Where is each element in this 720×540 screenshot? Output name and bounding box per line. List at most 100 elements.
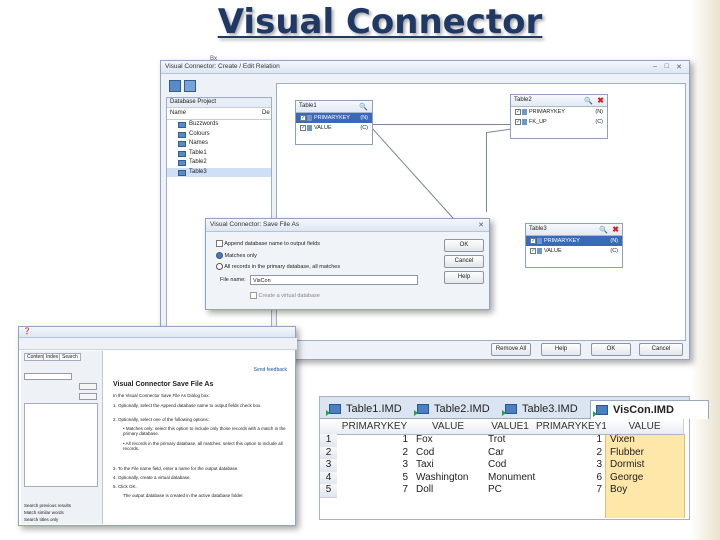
table-search-icon[interactable]: 🔍 bbox=[359, 102, 368, 113]
col-header-primarykey[interactable]: PRIMARYKEY bbox=[337, 419, 413, 435]
col-header-value-viscon[interactable]: VALUE bbox=[606, 419, 684, 435]
checkbox-icon[interactable] bbox=[515, 117, 521, 127]
table1-col-primarykey[interactable]: PRIMARYKEY(N) bbox=[296, 113, 372, 123]
tree-item-names[interactable]: Names bbox=[167, 139, 271, 149]
layout-icon[interactable] bbox=[184, 80, 196, 92]
table3-col-value[interactable]: VALUE(C) bbox=[526, 246, 622, 256]
help-option-2[interactable]: Match similar words bbox=[24, 510, 64, 515]
radio-selected-icon[interactable] bbox=[216, 252, 223, 259]
tab-table3[interactable]: Table3.IMD bbox=[500, 400, 578, 418]
tree-item-buzzwords[interactable]: Buzzwords bbox=[167, 120, 271, 130]
cell-pk[interactable]: 1 bbox=[337, 434, 412, 447]
table1-col-value[interactable]: VALUE(C) bbox=[296, 123, 372, 133]
append-option[interactable]: Append database name to output fields bbox=[216, 240, 320, 247]
row-number[interactable]: 4 bbox=[320, 471, 337, 485]
save-help-button[interactable]: Help bbox=[444, 271, 484, 284]
add-table-icon[interactable] bbox=[169, 80, 181, 92]
checkbox-icon[interactable] bbox=[515, 107, 521, 117]
cell-pk1[interactable]: 6 bbox=[536, 472, 606, 485]
cell-value[interactable]: Fox bbox=[416, 434, 482, 447]
remove-table-icon[interactable]: ✖ bbox=[597, 95, 604, 106]
cell-value1[interactable]: Trot bbox=[488, 434, 536, 447]
help-search-input[interactable] bbox=[24, 373, 72, 380]
checkbox-icon[interactable] bbox=[530, 236, 536, 246]
file-name-input[interactable]: VisCon bbox=[250, 275, 418, 285]
cell-value[interactable]: Doll bbox=[416, 484, 482, 497]
cell-pk1[interactable]: 2 bbox=[536, 447, 606, 460]
remove-all-button[interactable]: Remove All bbox=[491, 343, 531, 356]
help-option-3[interactable]: Search titles only bbox=[24, 517, 58, 522]
help-feedback-link[interactable]: Send feedback bbox=[254, 367, 287, 373]
tree-item-table2[interactable]: Table2 bbox=[167, 158, 271, 168]
cell-pk[interactable]: 2 bbox=[337, 447, 412, 460]
help-option-1[interactable]: Search previous results bbox=[24, 503, 71, 508]
cell-pk[interactable]: 5 bbox=[337, 472, 412, 485]
cell-value[interactable]: Taxi bbox=[416, 459, 482, 472]
cell-value-viscon[interactable]: Boy bbox=[610, 484, 680, 497]
table2-col-primarykey[interactable]: PRIMARYKEY(N) bbox=[511, 107, 607, 117]
close-icon[interactable]: ✕ bbox=[676, 63, 682, 71]
checkbox-icon[interactable] bbox=[530, 246, 536, 256]
help-list-btn[interactable] bbox=[79, 383, 97, 390]
row-number[interactable]: 2 bbox=[320, 446, 337, 460]
checkbox-icon[interactable] bbox=[216, 240, 223, 247]
cell-value[interactable]: Washington bbox=[416, 472, 482, 485]
col-header-value[interactable]: VALUE bbox=[412, 419, 485, 435]
tree-item-colours[interactable]: Colours bbox=[167, 130, 271, 140]
cell-pk1[interactable]: 7 bbox=[536, 484, 606, 497]
tree-item-table3[interactable]: Table3 bbox=[167, 167, 271, 177]
row-number[interactable]: 1 bbox=[320, 434, 337, 448]
table2-box[interactable]: Table2 🔍 ✖ PRIMARYKEY(N) FK_UP(C) bbox=[510, 94, 608, 139]
cell-pk1[interactable]: 3 bbox=[536, 459, 606, 472]
help-button[interactable]: Help bbox=[541, 343, 581, 356]
cell-value[interactable]: Cod bbox=[416, 447, 482, 460]
tab-viscon[interactable]: VisCon.IMD bbox=[590, 400, 709, 419]
cancel-button[interactable]: Cancel bbox=[639, 343, 683, 356]
col-header-value1[interactable]: VALUE1 bbox=[484, 419, 537, 435]
close-icon[interactable]: ✕ bbox=[478, 221, 484, 229]
radio-icon[interactable] bbox=[216, 263, 223, 270]
tab-table2[interactable]: Table2.IMD bbox=[412, 400, 490, 418]
row-number[interactable]: 3 bbox=[320, 459, 337, 473]
minimize-icon[interactable]: – bbox=[653, 63, 657, 70]
cell-value-viscon[interactable]: Vixen bbox=[610, 434, 680, 447]
tree-col-name[interactable]: Name bbox=[170, 108, 186, 119]
tab-table1[interactable]: Table1.IMD bbox=[324, 400, 402, 418]
virtual-db-option[interactable]: Create a virtual database bbox=[250, 292, 320, 299]
cell-value-viscon[interactable]: Flubber bbox=[610, 447, 680, 460]
save-ok-button[interactable]: OK bbox=[444, 239, 484, 252]
ok-button[interactable]: OK bbox=[591, 343, 631, 356]
remove-table-icon[interactable]: ✖ bbox=[612, 224, 619, 235]
tree-item-table1[interactable]: Table1 bbox=[167, 149, 271, 159]
relation-line[interactable] bbox=[486, 132, 487, 212]
col-header-primarykey1[interactable]: PRIMARYKEY1 bbox=[536, 419, 607, 435]
cell-value-viscon[interactable]: Dormist bbox=[610, 459, 680, 472]
checkbox-icon[interactable] bbox=[300, 123, 306, 133]
tree-col-desc[interactable]: De bbox=[262, 108, 270, 119]
cell-value-viscon[interactable]: George bbox=[610, 472, 680, 485]
cell-pk1[interactable]: 1 bbox=[536, 434, 606, 447]
save-cancel-button[interactable]: Cancel bbox=[444, 255, 484, 268]
row-number[interactable]: 5 bbox=[320, 484, 337, 498]
checkbox-icon[interactable] bbox=[250, 292, 257, 299]
cell-pk[interactable]: 7 bbox=[337, 484, 412, 497]
cell-pk[interactable]: 3 bbox=[337, 459, 412, 472]
cell-value1[interactable]: Cod bbox=[488, 459, 536, 472]
table3-col-primarykey[interactable]: PRIMARYKEY(N) bbox=[526, 236, 622, 246]
cell-value1[interactable]: PC bbox=[488, 484, 536, 497]
checkbox-icon[interactable] bbox=[300, 113, 306, 123]
table-search-icon[interactable]: 🔍 bbox=[584, 96, 593, 107]
cell-value1[interactable]: Monument bbox=[488, 472, 536, 485]
matches-only-option[interactable]: Matches only bbox=[216, 252, 257, 259]
table-search-icon[interactable]: 🔍 bbox=[599, 225, 608, 236]
help-display-btn[interactable] bbox=[79, 393, 97, 400]
table3-box[interactable]: Table3 🔍 ✖ PRIMARYKEY(N) VALUE(C) bbox=[525, 223, 623, 268]
table1-box[interactable]: Table1 🔍 PRIMARYKEY(N) VALUE(C) bbox=[295, 100, 373, 145]
maximize-icon[interactable]: □ bbox=[665, 63, 669, 70]
relation-line[interactable] bbox=[369, 124, 477, 125]
help-results-list[interactable] bbox=[24, 403, 98, 487]
table2-col-fkup[interactable]: FK_UP(C) bbox=[511, 117, 607, 127]
help-tab-search[interactable]: Search bbox=[59, 353, 81, 361]
cell-value1[interactable]: Car bbox=[488, 447, 536, 460]
all-records-option[interactable]: All records in the primary database, all… bbox=[216, 263, 340, 270]
